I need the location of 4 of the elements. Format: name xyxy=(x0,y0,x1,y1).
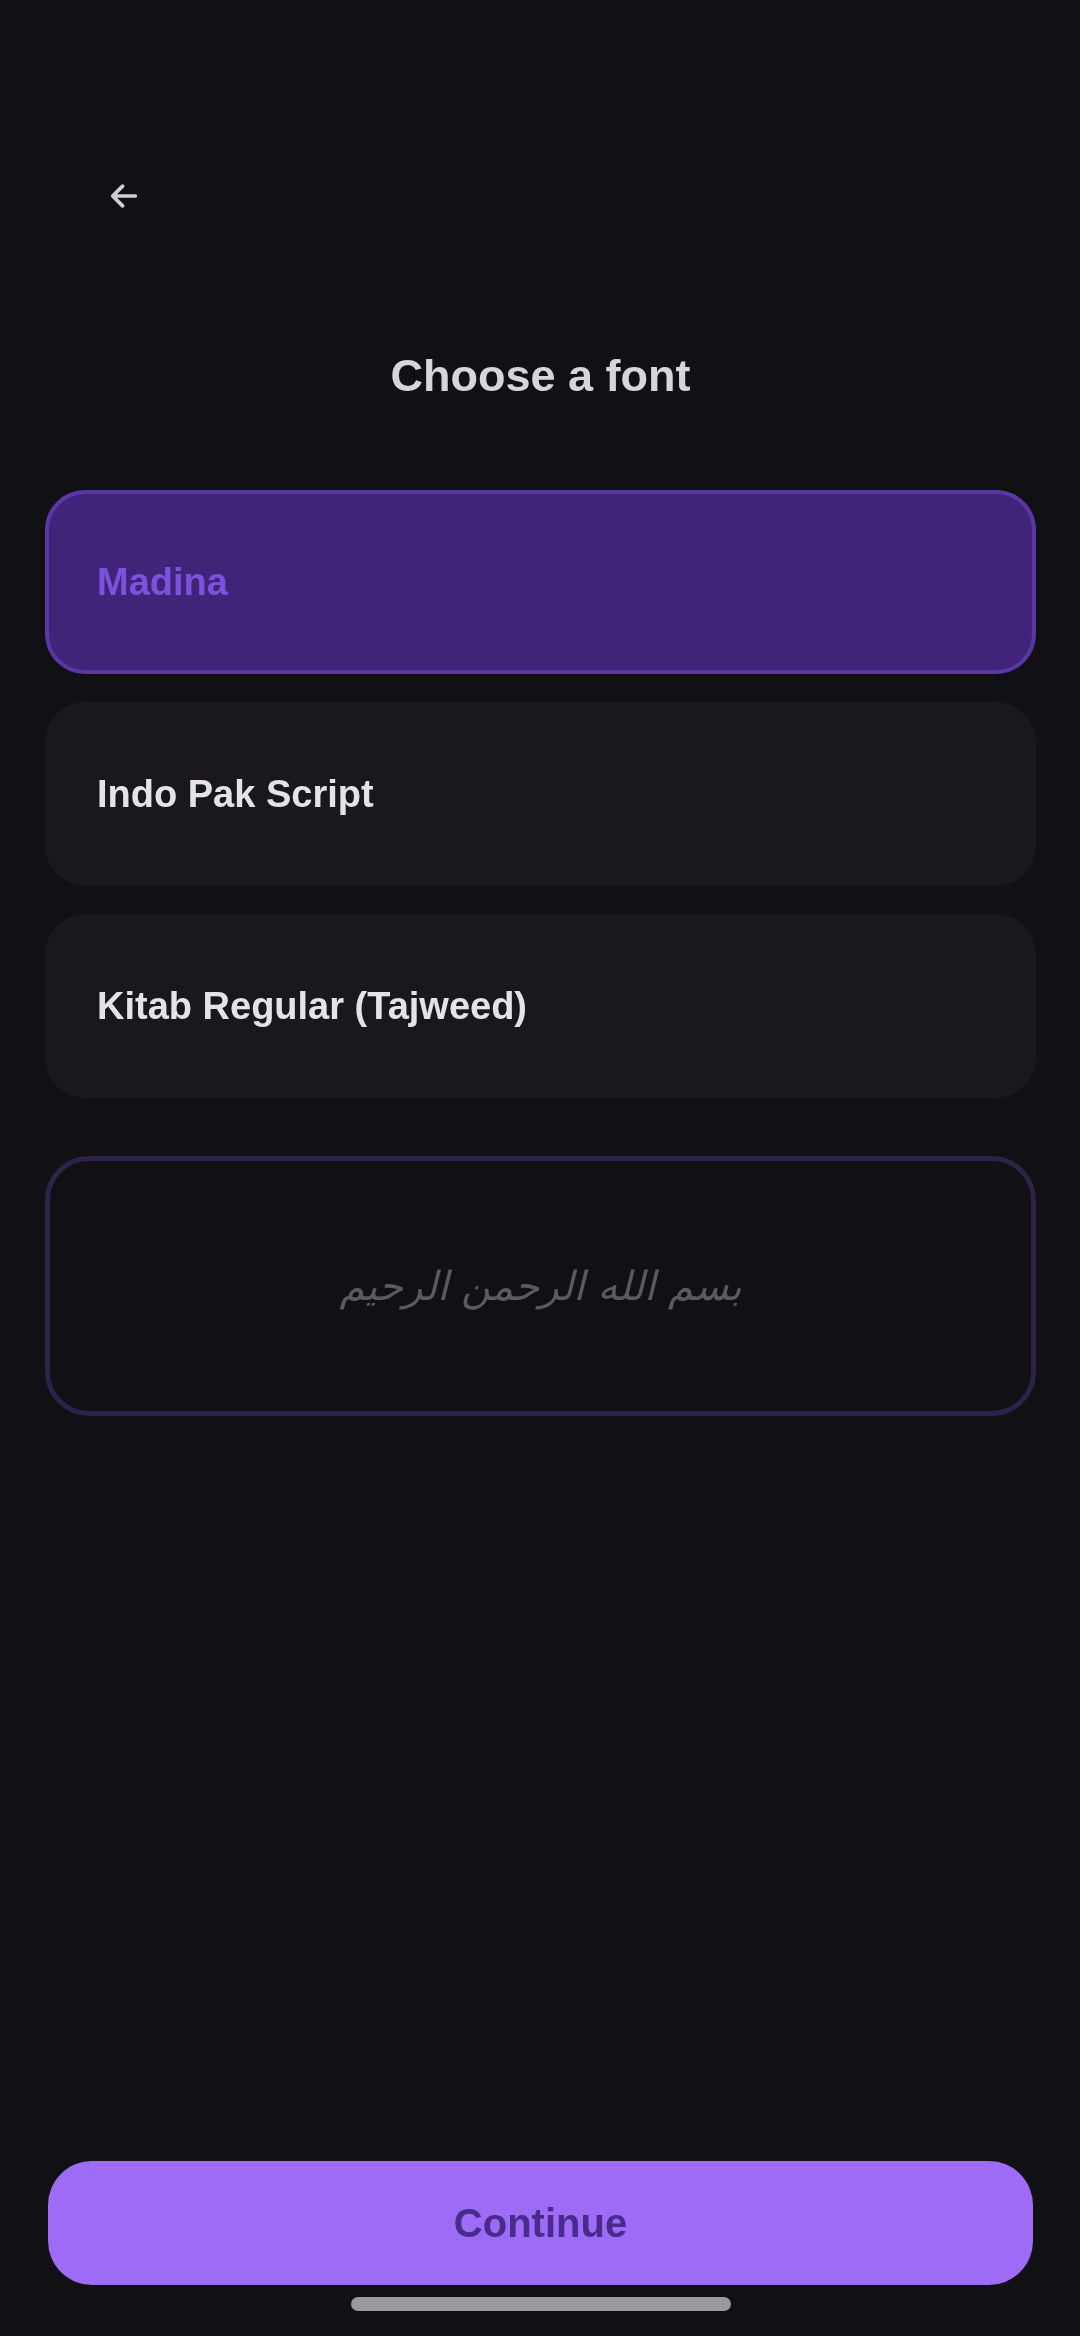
preview-text: بسم الله الرحمن الرحيم xyxy=(339,1262,742,1312)
screen-title: Choose a font xyxy=(390,349,691,403)
font-option[interactable]: Kitab Regular (Tajweed) xyxy=(45,914,1036,1098)
font-option[interactable]: Indo Pak Script xyxy=(45,702,1036,886)
